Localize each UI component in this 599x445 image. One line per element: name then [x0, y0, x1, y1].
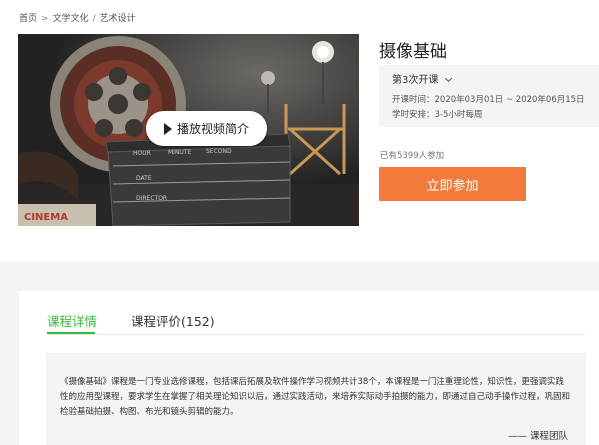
cinema-sign-text: CINEMA — [24, 212, 68, 223]
course-hours: 学时安排：3-5小时每周 — [392, 110, 483, 120]
chevron-down-icon — [445, 74, 453, 83]
course-time: 开课时间：2020年03月01日 ~ 2020年06月15日 — [392, 95, 585, 105]
tab-course-review[interactable]: 课程评价(152) — [131, 311, 215, 330]
play-icon — [163, 122, 172, 135]
breadcrumb-home[interactable]: 首页 — [19, 11, 37, 24]
play-intro-video-button[interactable]: 播放视频简介 — [146, 111, 267, 146]
term-selector[interactable]: 第3次开课 — [392, 71, 453, 86]
breadcrumb-separator: > — [41, 14, 49, 24]
breadcrumb-category[interactable]: 文学文化 — [53, 11, 89, 24]
schedule-box: 第3次开课 开课时间：2020年03月01日 ~ 2020年06月15日 学时安… — [379, 65, 599, 127]
tab-divider — [47, 334, 585, 335]
breadcrumb: 首页 > 文学文化 / 艺术设计 — [19, 11, 136, 24]
enrolled-count: 已有5399人参加 — [380, 151, 445, 161]
video-preview[interactable]: HOUR MINUTE SECOND DATE DIRECTOR CINEMA … — [18, 34, 359, 226]
course-header: 首页 > 文学文化 / 艺术设计 HOUR MINUTE SECOND DATE… — [0, 0, 599, 262]
tab-course-detail[interactable]: 课程详情 — [47, 311, 97, 330]
join-button[interactable]: 立即参加 — [379, 167, 526, 201]
cinema-sign: CINEMA — [18, 204, 96, 226]
play-button-label: 播放视频简介 — [176, 122, 249, 136]
active-tab-indicator — [47, 332, 95, 334]
slate-label: HOUR — [133, 150, 151, 157]
slate-label: MINUTE — [168, 149, 191, 156]
clapperboard: HOUR MINUTE SECOND DATE DIRECTOR — [105, 133, 291, 226]
slate-label: DATE — [136, 175, 152, 182]
breadcrumb-subcategory[interactable]: 艺术设计 — [100, 11, 136, 24]
description-text: 《摄像基础》课程是一门专业选修课程，包括课后拓展及软件操作学习视频共计38个，本… — [60, 377, 571, 417]
course-description: 《摄像基础》课程是一门专业选修课程，包括课后拓展及软件操作学习视频共计38个，本… — [46, 353, 586, 445]
course-detail-panel: 课程详情 课程评价(152) 《摄像基础》课程是一门专业选修课程，包括课后拓展及… — [19, 291, 599, 445]
term-label: 第3次开课 — [392, 75, 439, 86]
breadcrumb-separator: / — [92, 14, 96, 24]
description-signature: —— 课程团队 — [507, 431, 568, 442]
slate-label: DIRECTOR — [136, 195, 167, 202]
course-title: 摄像基础 — [379, 42, 447, 62]
slate-label: SECOND — [206, 148, 232, 155]
